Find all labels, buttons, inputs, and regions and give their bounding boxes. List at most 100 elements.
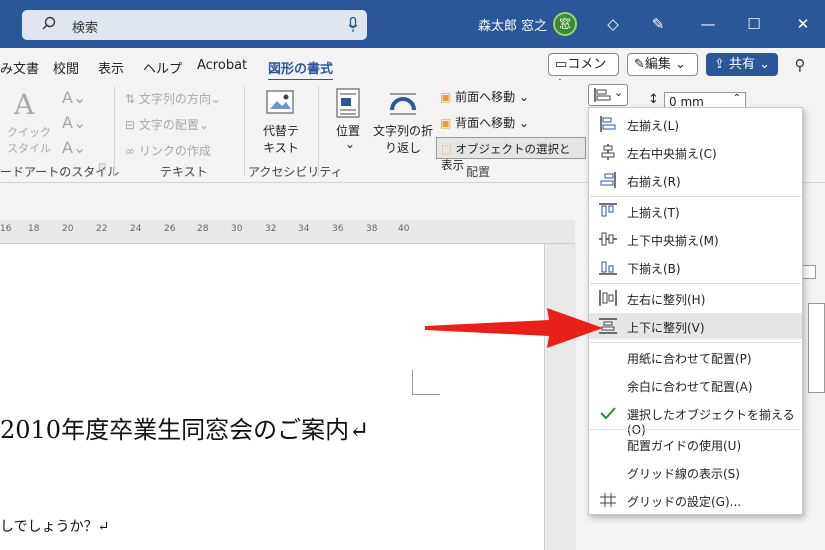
ruler-tick: 20	[62, 224, 74, 234]
tab-view[interactable]: 表示	[98, 58, 124, 77]
chevron-down-icon: ⌄	[670, 57, 686, 72]
menu-item-view-gridlines[interactable]: グリッド線の表示(S)	[589, 459, 802, 485]
search-icon	[42, 16, 56, 30]
align-middle-icon	[599, 232, 617, 246]
tab-mailings[interactable]: み文書	[0, 58, 39, 77]
chevron-down-icon: ⌄	[755, 57, 771, 72]
share-icon: ⇪	[714, 57, 730, 72]
height-icon: ↕	[648, 92, 659, 107]
spinner-icon[interactable]: ⌃	[733, 93, 741, 104]
menu-item-label: グリッドの設定(G)...	[627, 495, 742, 509]
text-outline-icon: A⌄	[62, 113, 87, 132]
menu-item-align-right[interactable]: 右揃え(R)	[589, 167, 802, 193]
tab-shape-format[interactable]: 図形の書式	[268, 58, 334, 82]
menu-divider	[590, 429, 801, 430]
menu-item-align-bottom[interactable]: 下揃え(B)	[589, 254, 802, 280]
send-backward-label: 背面へ移動	[455, 116, 516, 130]
menu-item-align-to-margin[interactable]: 余白に合わせて配置(A)	[589, 372, 802, 398]
menu-item-align-selected-objects[interactable]: 選択したオブジェクトを揃える(O)	[589, 400, 802, 437]
ruler-tick: 30	[231, 224, 243, 234]
menu-item-align-left[interactable]: 左揃え(L)	[589, 111, 802, 137]
chevron-down-icon: ⌄	[614, 86, 624, 99]
menu-item-label: 左右に整列(H)	[627, 293, 706, 307]
comment-button[interactable]: ▭コメント	[548, 53, 619, 93]
menu-item-label: 余白に合わせて配置(A)	[627, 380, 753, 394]
user-name[interactable]: 森太郎 窓之	[478, 15, 547, 34]
create-link-button: ∞ リンクの作成	[125, 142, 211, 159]
person-pin-icon[interactable]: ⚲	[790, 55, 810, 75]
bring-forward-label: 前面へ移動	[455, 90, 516, 104]
diamond-icon[interactable]: ◇	[603, 14, 623, 34]
horizontal-ruler[interactable]: 16 18 20 22 24 26 28 30 32 34 36 38 40	[0, 220, 575, 244]
text-direction-button: ⇅ 文字列の方向⌄	[125, 92, 221, 106]
ruler-tick: 18	[28, 224, 40, 234]
send-backward-icon: ▣	[440, 116, 456, 130]
divider	[244, 86, 245, 176]
menu-item-distribute-vertical[interactable]: 上下に整列(V)	[589, 313, 802, 339]
menu-item-grid-settings[interactable]: グリッドの設定(G)...	[589, 487, 802, 513]
check-icon	[600, 407, 616, 420]
comment-icon: ▭	[555, 57, 568, 72]
ruler-tick: 28	[197, 224, 209, 234]
send-backward-button[interactable]: ▣ 背面へ移動 ⌄	[440, 114, 529, 131]
chevron-down-icon: ⌄	[345, 137, 356, 151]
wrap-text-button[interactable]: 文字列の折 り返し	[372, 122, 434, 156]
ruler-tick: 40	[398, 224, 410, 234]
document-background	[546, 244, 576, 550]
divider	[114, 86, 115, 176]
link-icon: ∞	[125, 144, 139, 158]
tab-acrobat[interactable]: Acrobat	[197, 58, 247, 73]
share-button[interactable]: ⇪ 共有 ⌄	[706, 53, 778, 76]
pane-dropdown[interactable]	[802, 265, 816, 279]
text-group-label: テキスト	[160, 165, 208, 179]
align-button[interactable]: ⌄	[588, 84, 628, 106]
menu-item-label: 右揃え(R)	[627, 175, 681, 189]
edit-button[interactable]: ✎編集 ⌄	[627, 53, 698, 76]
menu-item-align-to-page[interactable]: 用紙に合わせて配置(P)	[589, 344, 802, 370]
menu-item-label: 上下中央揃え(M)	[627, 234, 719, 248]
ruler-tick: 24	[130, 224, 142, 234]
text-fill-icon: A⌄	[62, 88, 87, 107]
minimize-icon[interactable]: —	[698, 14, 718, 34]
distribute-horizontal-icon	[599, 290, 617, 306]
menu-item-label: 左右中央揃え(C)	[627, 147, 717, 161]
document-body-line: しでしょうか？↵	[0, 519, 110, 535]
pane-field[interactable]	[808, 303, 825, 393]
tab-review[interactable]: 校閲	[53, 58, 79, 77]
search-box[interactable]: 検索	[22, 10, 367, 40]
align-text-button: ⊟ 文字の配置⌄	[125, 118, 209, 132]
document-title: 2010年度卒業生同窓会のご案内↵	[0, 416, 370, 444]
avatar[interactable]: 窓	[553, 12, 577, 36]
ruler-tick: 32	[265, 224, 277, 234]
maximize-icon[interactable]: ☐	[744, 14, 764, 34]
accessibility-group-label: アクセシビリティ	[248, 165, 343, 179]
align-icon	[594, 88, 611, 102]
menu-item-label: 上下に整列(V)	[627, 321, 705, 335]
alt-text-button[interactable]: 代替テ キスト	[260, 122, 302, 156]
quick-style-button: クイック スタイル	[7, 126, 51, 155]
selection-pane-label: オブジェクトの選択と表示	[441, 142, 571, 172]
tab-help[interactable]: ヘルプ	[143, 58, 182, 77]
title-bar: 検索 森太郎 窓之 窓 ◇ ✎ — ☐ ✕	[0, 0, 825, 48]
menu-item-align-center[interactable]: 左右中央揃え(C)	[589, 139, 802, 165]
align-left-icon	[600, 116, 616, 132]
menu-divider	[590, 283, 801, 284]
selection-pane-button[interactable]: ⬚ オブジェクトの選択と表示	[436, 137, 586, 172]
microphone-icon[interactable]	[348, 17, 358, 33]
menu-bar: み文書 校閲 表示 ヘルプ Acrobat 図形の書式	[0, 48, 825, 82]
menu-item-align-top[interactable]: 上揃え(T)	[589, 198, 802, 224]
annotation-arrow	[425, 308, 603, 348]
document-page[interactable]	[0, 244, 545, 550]
bring-forward-icon: ▣	[440, 90, 456, 104]
edit-label: 編集	[644, 57, 671, 72]
menu-item-align-middle[interactable]: 上下中央揃え(M)	[589, 226, 802, 252]
create-link-label: リンクの作成	[138, 144, 211, 158]
menu-item-label: グリッド線の表示(S)	[627, 467, 740, 481]
align-text-label: 文字の配置	[138, 118, 199, 132]
pen-icon[interactable]: ✎	[648, 14, 668, 34]
ruler-tick: 34	[298, 224, 310, 234]
menu-item-distribute-horizontal[interactable]: 左右に整列(H)	[589, 285, 802, 311]
close-icon[interactable]: ✕	[793, 14, 813, 34]
bring-forward-button[interactable]: ▣ 前面へ移動 ⌄	[440, 88, 529, 105]
menu-item-use-alignment-guides[interactable]: 配置ガイドの使用(U)	[589, 431, 802, 457]
